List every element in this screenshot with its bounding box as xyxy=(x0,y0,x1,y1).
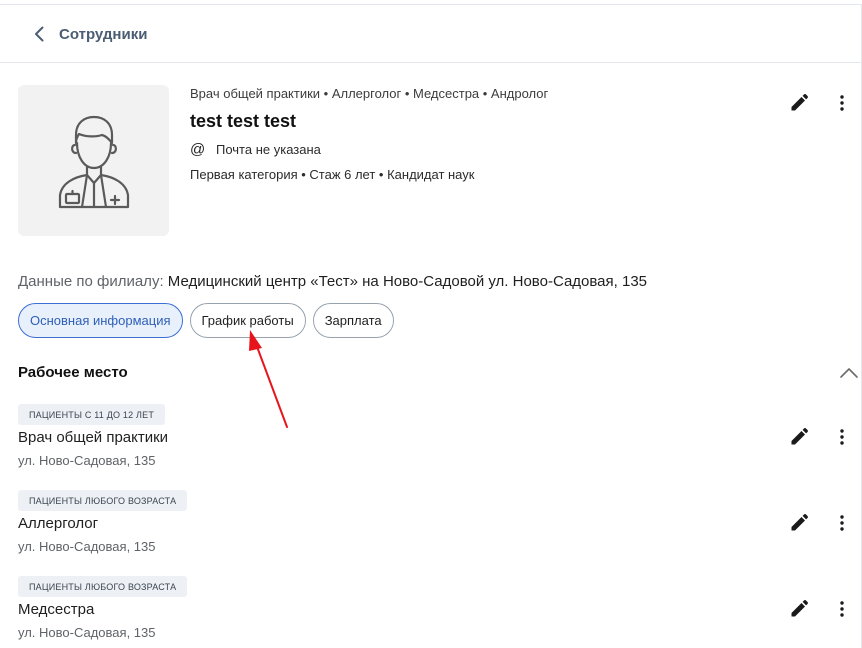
branch-info: Данные по филиалу: Медицинский центр «Те… xyxy=(18,273,647,290)
workplace-age-badge: ПАЦИЕНТЫ ЛЮБОГО ВОЗРАСТА xyxy=(18,490,188,511)
workplace-age-badge: ПАЦИЕНТЫ С 11 ДО 12 ЛЕТ xyxy=(18,404,166,425)
employee-specialties: Врач общей практики • Аллерголог • Медсе… xyxy=(190,86,549,101)
employee-name: test test test xyxy=(190,111,297,131)
more-vertical-icon xyxy=(840,95,844,111)
workplace-address: ул. Ново-Садовая, 135 xyxy=(18,453,156,468)
tab-schedule[interactable]: График работы xyxy=(189,303,306,338)
workplace-title: Медсестра xyxy=(18,601,95,618)
collapse-section-button[interactable] xyxy=(838,364,860,382)
back-button-label: Сотрудники xyxy=(59,25,148,43)
section-title: Рабочее место xyxy=(18,364,128,381)
chevron-up-icon xyxy=(840,368,858,378)
employee-more-button[interactable] xyxy=(830,91,854,115)
email-text: Почта не указана xyxy=(216,142,321,157)
branch-value: Медицинский центр «Тест» на Ново-Садовой… xyxy=(167,273,648,290)
tab-salary[interactable]: Зарплата xyxy=(312,303,394,338)
workplace-title: Врач общей практики xyxy=(18,429,169,446)
workplace-item: ПАЦИЕНТЫ ЛЮБОГО ВОЗРАСТА Аллерголог ул. … xyxy=(18,490,861,560)
avatar xyxy=(18,85,169,236)
edit-workplace-button[interactable] xyxy=(787,511,811,535)
branch-label: Данные по филиалу: xyxy=(18,273,164,290)
pencil-icon xyxy=(791,94,808,111)
more-vertical-icon xyxy=(840,601,844,617)
workplace-more-button[interactable] xyxy=(830,597,854,621)
edit-employee-button[interactable] xyxy=(787,91,811,115)
pencil-icon xyxy=(791,600,808,617)
page-header: Сотрудники xyxy=(0,5,861,63)
pencil-icon xyxy=(791,428,808,445)
tabs-bar: Основная информация График работы Зарпла… xyxy=(18,303,401,338)
workplace-address: ул. Ново-Садовая, 135 xyxy=(18,539,156,554)
tab-main-info[interactable]: Основная информация xyxy=(18,303,183,338)
workplace-age-badge: ПАЦИЕНТЫ ЛЮБОГО ВОЗРАСТА xyxy=(18,576,188,597)
more-vertical-icon xyxy=(840,515,844,531)
more-vertical-icon xyxy=(840,429,844,445)
edit-workplace-button[interactable] xyxy=(787,425,811,449)
chevron-left-icon xyxy=(35,26,44,42)
edit-workplace-button[interactable] xyxy=(787,597,811,621)
workplace-address: ул. Ново-Садовая, 135 xyxy=(18,625,156,640)
workplace-item: ПАЦИЕНТЫ ЛЮБОГО ВОЗРАСТА Медсестра ул. Н… xyxy=(18,576,861,646)
employee-details: Первая категория • Стаж 6 лет • Кандидат… xyxy=(190,167,475,182)
workplace-more-button[interactable] xyxy=(830,511,854,535)
at-icon: @ xyxy=(190,141,206,158)
email-row: @ Почта не указана xyxy=(190,141,321,158)
back-button[interactable]: Сотрудники xyxy=(30,22,147,46)
workplace-more-button[interactable] xyxy=(830,425,854,449)
pencil-icon xyxy=(791,514,808,531)
workplace-title: Аллерголог xyxy=(18,515,99,532)
doctor-avatar-icon xyxy=(58,115,129,208)
workplace-item: ПАЦИЕНТЫ С 11 ДО 12 ЛЕТ Врач общей практ… xyxy=(18,404,861,474)
